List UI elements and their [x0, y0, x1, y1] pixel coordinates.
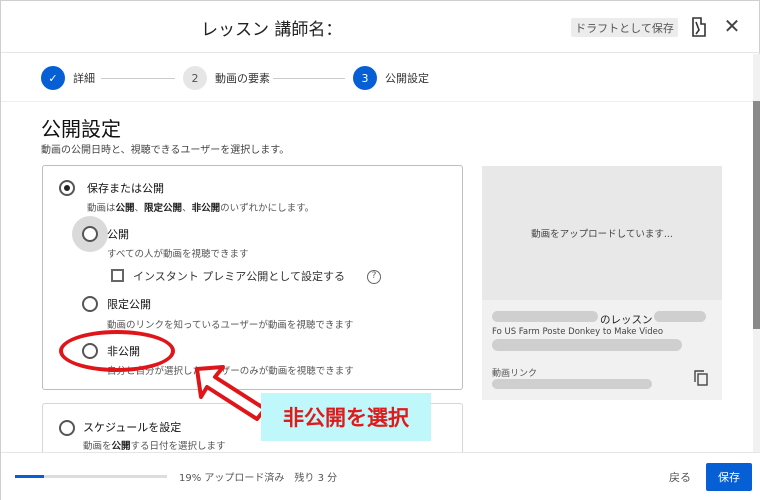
- public-desc: すべての人が動画を視聴できます: [107, 249, 249, 260]
- upload-progress-fill: [15, 475, 44, 478]
- save-or-publish-label: 保存または公開: [87, 182, 164, 195]
- stepper: ✓ 詳細 2 動画の要素 3 公開設定: [1, 54, 760, 102]
- step-connector: [273, 78, 345, 79]
- arrow-icon: [195, 365, 267, 421]
- step-label: 公開設定: [385, 72, 429, 85]
- highlight-ellipse: [59, 330, 175, 372]
- save-draft-button[interactable]: ドラフトとして保存: [571, 18, 678, 37]
- premiere-checkbox[interactable]: [111, 269, 124, 282]
- page-subtitle: 動画の公開日時と、視聴できるユーザーを選択します。: [41, 145, 290, 156]
- close-icon[interactable]: ✕: [723, 16, 741, 36]
- step-visibility[interactable]: 3 公開設定: [353, 66, 429, 90]
- report-icon[interactable]: [689, 16, 709, 38]
- copy-icon[interactable]: [694, 370, 708, 386]
- unlisted-label: 限定公開: [107, 298, 151, 311]
- video-title: のレッスン: [600, 314, 653, 326]
- save-or-publish-desc: 動画は公開、限定公開、非公開のいずれかにします。: [87, 203, 315, 214]
- video-preview: 動画をアップロードしています... のレッスン Fo US Farm Poste…: [482, 166, 722, 400]
- redacted-text: [492, 339, 682, 351]
- scrollbar-thumb[interactable]: [753, 101, 760, 329]
- step-connector: [101, 78, 175, 79]
- page-title: 公開設定: [41, 117, 121, 141]
- public-label: 公開: [107, 228, 129, 241]
- dialog-header: レッスン 講師名： ドラフトとして保存 ✕: [1, 1, 760, 53]
- step-details[interactable]: ✓ 詳細: [41, 66, 95, 90]
- back-button[interactable]: 戻る: [669, 469, 691, 485]
- step-label: 詳細: [73, 72, 95, 85]
- help-icon[interactable]: ?: [367, 270, 381, 284]
- uploading-status: 動画をアップロードしています...: [531, 229, 673, 240]
- channel-thumbnail: [17, 13, 167, 39]
- save-button[interactable]: 保存: [706, 463, 752, 491]
- video-link[interactable]: [492, 379, 652, 389]
- step-number: 2: [183, 66, 207, 90]
- redacted-text: [654, 311, 706, 322]
- dialog-footer: 19% アップロード済み 残り 3 分 戻る 保存: [1, 452, 760, 500]
- dialog-title: レッスン 講師名：: [201, 20, 343, 40]
- schedule-label: スケジュールを設定: [83, 421, 182, 434]
- video-thumbnail: 動画をアップロードしています...: [482, 166, 722, 300]
- video-title-line2: Fo US Farm Poste Donkey to Make Video: [492, 327, 664, 337]
- step-label: 動画の要素: [215, 72, 270, 85]
- unlisted-desc: 動画のリンクを知っているユーザーが動画を視聴できます: [107, 320, 354, 331]
- step-number: 3: [353, 66, 377, 90]
- step-video-elements[interactable]: 2 動画の要素: [183, 66, 270, 90]
- schedule-desc: 動画を公開する日付を選択します: [83, 441, 226, 452]
- upload-progress-text: 19% アップロード済み 残り 3 分: [179, 473, 338, 484]
- annotation-label: 非公開を選択: [261, 393, 431, 441]
- unlisted-radio[interactable]: [82, 296, 98, 312]
- redacted-text: [492, 311, 598, 322]
- check-icon: ✓: [41, 66, 65, 90]
- upload-dialog: レッスン 講師名： ドラフトとして保存 ✕ ✓ 詳細 2 動画の要素 3 公開設…: [0, 0, 760, 500]
- public-radio[interactable]: [82, 226, 98, 242]
- premiere-label: インスタント プレミア公開として設定する: [133, 270, 345, 283]
- schedule-radio[interactable]: [59, 420, 75, 436]
- upload-progress-bar: [15, 475, 167, 478]
- video-link-label: 動画リンク: [492, 369, 538, 379]
- save-or-publish-radio[interactable]: [59, 180, 75, 196]
